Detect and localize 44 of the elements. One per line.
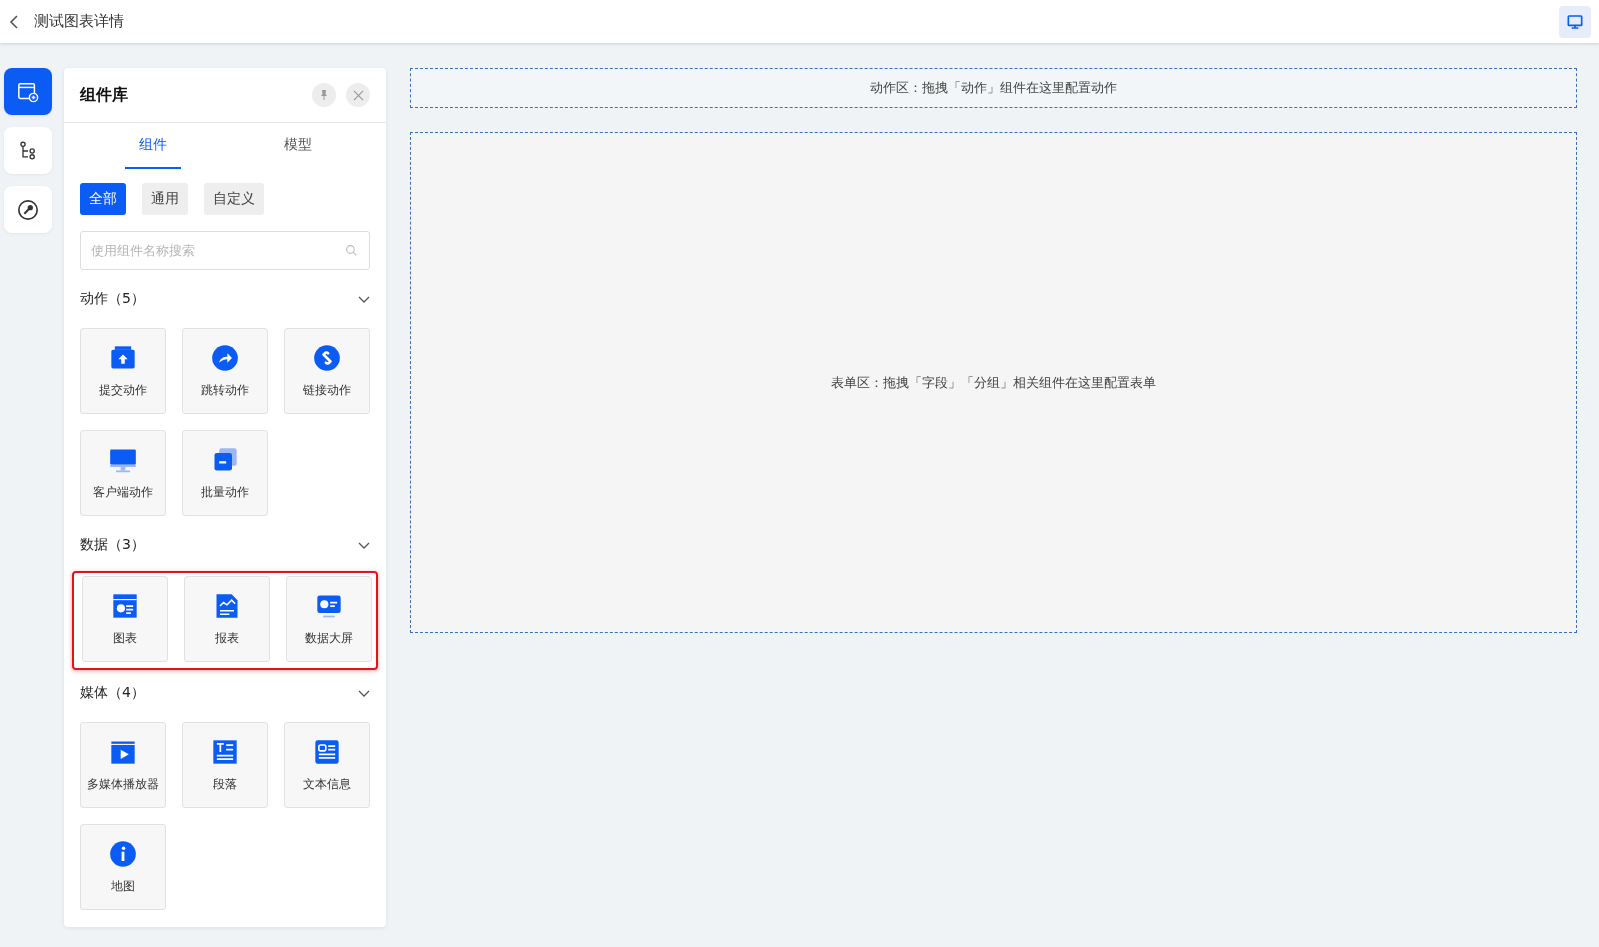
- section-title: 动作（5）: [80, 290, 145, 308]
- form-drop-zone: 表单区：拖拽「字段」「分组」相关组件在这里配置表单: [410, 132, 1577, 633]
- window-plus-icon: [17, 80, 39, 103]
- monitor-icon: [1567, 13, 1583, 30]
- component-card[interactable]: 图表: [82, 576, 168, 662]
- filter-chip[interactable]: 通用: [142, 183, 188, 215]
- panel-title: 组件库: [80, 84, 129, 106]
- panel-tab[interactable]: 模型: [269, 123, 326, 169]
- desktop-view-button[interactable]: [1559, 5, 1591, 38]
- component-card[interactable]: 多媒体播放器: [80, 722, 166, 808]
- component-card[interactable]: 段落: [182, 722, 268, 808]
- component-card[interactable]: 跳转动作: [182, 328, 268, 414]
- upload-box-icon: [109, 343, 137, 372]
- section-title: 数据（3）: [80, 536, 145, 554]
- component-card[interactable]: 地图: [80, 824, 166, 910]
- component-card[interactable]: 文本信息: [284, 722, 370, 808]
- action-drop-zone: 动作区：拖拽「动作」组件在这里配置动作: [410, 68, 1577, 108]
- panel-tab[interactable]: 组件: [124, 123, 181, 169]
- component-card[interactable]: 链接动作: [284, 328, 370, 414]
- page-title: 测试图表详情: [34, 12, 125, 31]
- component-card[interactable]: 客户端动作: [80, 430, 166, 516]
- component-card[interactable]: 报表: [184, 576, 270, 662]
- sidebar-tool-button[interactable]: [4, 68, 52, 115]
- component-card[interactable]: 提交动作: [80, 328, 166, 414]
- component-card[interactable]: 批量动作: [182, 430, 268, 516]
- text-info-icon: [313, 737, 341, 766]
- paragraph-icon: [211, 737, 239, 766]
- pin-icon: [318, 89, 330, 101]
- search-field[interactable]: 使用组件名称搜索: [80, 231, 370, 270]
- back-icon[interactable]: [8, 13, 20, 30]
- tree-nodes-icon: [18, 140, 38, 161]
- section-title: 媒体（4）: [80, 684, 145, 702]
- pin-button[interactable]: [312, 83, 336, 107]
- chart-window-icon: [111, 591, 139, 620]
- search-icon: [345, 244, 358, 257]
- info-circle-icon: [109, 839, 137, 868]
- close-icon: [352, 89, 364, 101]
- sidebar-tool-button[interactable]: [4, 186, 52, 233]
- filter-chip[interactable]: 自定义: [204, 183, 264, 215]
- filter-chip[interactable]: 全部: [80, 183, 126, 215]
- close-button[interactable]: [346, 83, 370, 107]
- sidebar-tool-button[interactable]: [4, 127, 52, 174]
- arrow-circle-icon: [211, 343, 239, 372]
- component-card[interactable]: 数据大屏: [286, 576, 372, 662]
